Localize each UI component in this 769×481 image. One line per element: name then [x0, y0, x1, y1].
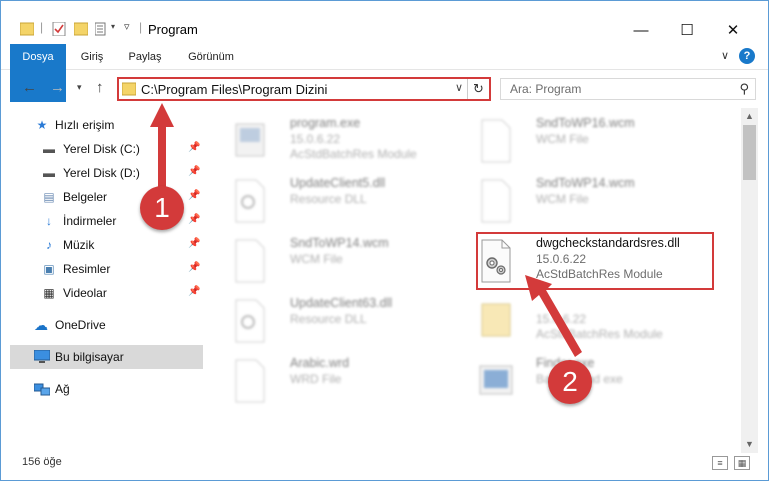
arrow-1: [150, 103, 174, 190]
callout-badge-1: 1: [140, 186, 184, 230]
annotation-overlay: [150, 103, 582, 357]
callout-badge-2: 2: [548, 360, 592, 404]
arrow-2: [525, 275, 582, 357]
